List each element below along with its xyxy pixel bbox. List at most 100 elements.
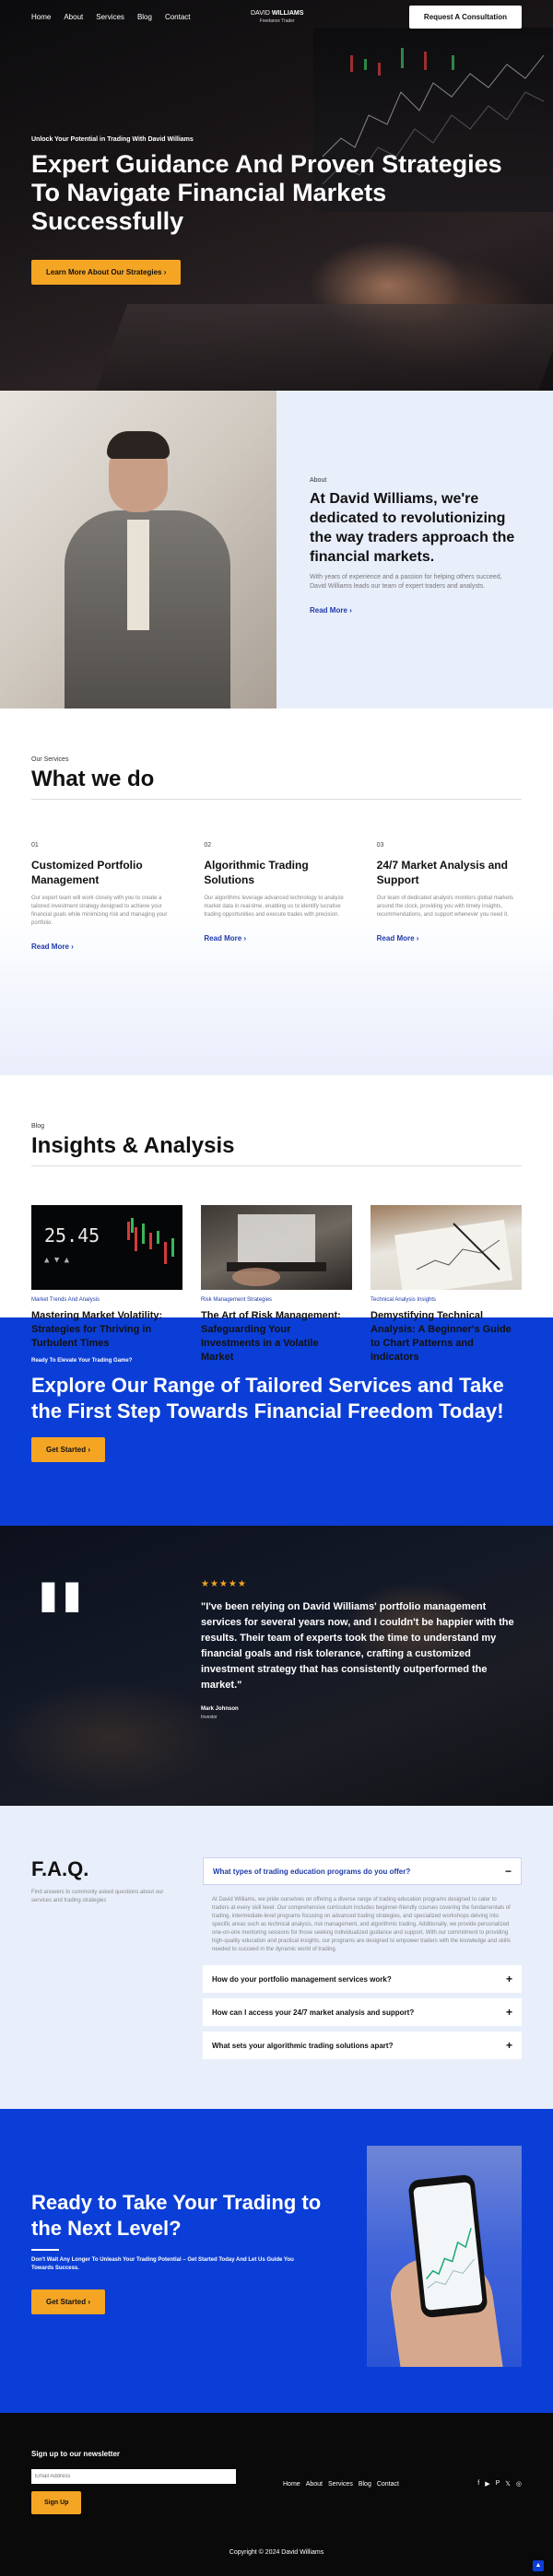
plus-icon[interactable]: + [506,1973,512,1985]
blog-post-image: 25.45 ▲ ▼ ▲ [31,1205,182,1290]
faq-question-label: What types of trading education programs… [213,1867,411,1876]
hero-kicker: Unlock Your Potential in Trading With Da… [31,136,194,143]
quote-mark-icon: " [31,1560,89,1690]
nav-link-about[interactable]: About [64,13,83,21]
footer-link-about[interactable]: About [306,2481,323,2488]
faq-intro: F.A.Q. Find answers to commonly asked qu… [31,1857,166,2109]
read-more-label: Read More [310,606,347,615]
about-section: About At David Williams, we're dedicated… [0,391,553,708]
services-kicker: Our Services [31,756,69,763]
blog-post-title[interactable]: Demystifying Technical Analysis: A Begin… [371,1309,522,1364]
blog-post-category[interactable]: Market Trends And Analysis [31,1297,182,1303]
svg-text:▲ ▼ ▲: ▲ ▼ ▲ [44,1256,70,1265]
faq-question-label: How do your portfolio management service… [212,1974,392,1984]
footer-links: Home About Services Blog Contact [283,2481,399,2488]
blog-post-title[interactable]: Mastering Market Volatility: Strategies … [31,1309,182,1351]
faq-question-open[interactable]: What types of trading education programs… [203,1857,522,1885]
faq-subtitle: Find answers to commonly asked questions… [31,1890,164,1903]
site-logo[interactable]: DAVID WILLIAMS Freelance Trader [251,10,303,25]
instagram-icon[interactable]: ◎ [516,2480,522,2488]
blog-kicker: Blog [31,1123,45,1130]
plus-icon[interactable]: + [506,2039,512,2052]
footer-link-blog[interactable]: Blog [359,2481,371,2488]
service-title: Customized Portfolio Management [31,859,143,886]
scroll-to-top-icon[interactable]: ▲ [533,2560,544,2571]
david-williams-portrait [0,391,276,708]
faq-question[interactable]: How can I access your 24/7 market analys… [203,1998,522,2026]
blog-title: Insights & Analysis [31,1133,235,1158]
divider [31,1165,522,1166]
service-read-more-link[interactable]: Read More › [377,934,419,943]
pinterest-icon[interactable]: P [496,2480,500,2488]
ticker-price-text: 25.45 [44,1224,100,1247]
service-read-more-link[interactable]: Read More › [204,934,246,943]
nav-link-contact[interactable]: Contact [165,13,191,21]
plus-icon[interactable]: + [506,2006,512,2019]
testimonial-role: Investor [201,1715,218,1720]
blog-post-image [371,1205,522,1290]
ready-cta-section: Ready to Take Your Trading to the Next L… [0,2109,553,2413]
phone-in-hand-image [367,2146,522,2367]
chevron-right-icon: › [68,943,74,951]
about-body: With years of experience and a passion f… [310,574,502,590]
services-title: What we do [31,767,155,791]
service-read-more-link[interactable]: Read More › [31,943,74,951]
faq-question[interactable]: What sets your algorithmic trading solut… [203,2032,522,2059]
get-started-button[interactable]: Get Started › [31,1437,106,1462]
faq-question-label: What sets your algorithmic trading solut… [212,2041,394,2050]
service-body: Our team of dedicated analysts monitors … [376,896,514,918]
faq-question[interactable]: How do your portfolio management service… [203,1965,522,1993]
site-footer: Sign up to our newsletter Sign Up Home A… [0,2413,553,2576]
request-consultation-button[interactable]: Request A Consultation [408,6,522,29]
blog-post-card[interactable]: Technical Analysis Insights Demystifying… [371,1205,522,1364]
newsletter-email-input[interactable] [31,2469,236,2484]
hero-learn-more-button[interactable]: Learn More About Our Strategies › [31,260,182,285]
faq-answer: At David Williams, we pride ourselves on… [212,1897,511,1952]
faq-title: F.A.Q. [31,1857,89,1880]
testimonial-quote: "I've been relying on David Williams' po… [201,1601,514,1691]
minus-icon[interactable]: − [505,1865,512,1878]
chevron-right-icon: › [349,606,352,615]
facebook-icon[interactable]: f [477,2480,479,2488]
service-card: 01 Customized Portfolio Management Our e… [31,842,176,954]
faq-accordion: What types of trading education programs… [203,1857,522,2109]
service-card: 03 24/7 Market Analysis and Support Our … [377,842,522,954]
hero-keyboard-image [93,304,553,391]
blog-section: Blog Insights & Analysis 25.45 ▲ ▼ ▲ Mar… [0,1075,553,1363]
footer-link-contact[interactable]: Contact [377,2481,399,2488]
blog-post-title[interactable]: The Art of Risk Management: Safeguarding… [201,1309,352,1364]
chevron-right-icon: › [163,268,167,276]
youtube-icon[interactable]: ▶ [485,2480,489,2488]
footer-link-services[interactable]: Services [328,2481,353,2488]
about-title: At David Williams, we're dedicated to re… [310,491,515,565]
cta-title: Explore Our Range of Tailored Services a… [31,1374,504,1423]
blog-post-category[interactable]: Technical Analysis Insights [371,1297,522,1303]
chevron-right-icon: › [88,1446,91,1454]
chevron-right-icon: › [241,934,247,943]
service-number: 02 [204,842,212,849]
services-list: 01 Customized Portfolio Management Our e… [31,842,522,954]
twitter-icon[interactable]: 𝕏 [505,2480,511,2488]
service-number: 03 [376,842,384,849]
ready-get-started-button[interactable]: Get Started › [31,2289,106,2314]
faq-section: F.A.Q. Find answers to commonly asked qu… [0,1806,553,2109]
nav-link-services[interactable]: Services [96,13,124,21]
hero-title: Expert Guidance And Proven Strategies To… [31,150,502,235]
nav-link-blog[interactable]: Blog [137,13,152,21]
blog-post-card[interactable]: 25.45 ▲ ▼ ▲ Market Trends And Analysis M… [31,1205,182,1364]
nav-links: Home About Services Blog Contact [31,13,191,21]
blog-post-card[interactable]: Risk Management Strategies The Art of Ri… [201,1205,352,1364]
divider [31,2249,59,2251]
newsletter-signup-button[interactable]: Sign Up [31,2491,82,2514]
service-body: Our expert team will work closely with y… [31,896,168,926]
footer-link-home[interactable]: Home [283,2481,300,2488]
copyright-text: Copyright © 2024 David Williams [229,2549,324,2556]
blog-post-category[interactable]: Risk Management Strategies [201,1297,352,1303]
logo-name-first: DAVID [251,10,270,17]
chevron-right-icon: › [88,2298,91,2306]
rating-stars: ★★★★★ [201,1579,247,1589]
service-title: 24/7 Market Analysis and Support [376,859,508,886]
about-read-more-link[interactable]: Read More › [310,606,352,615]
about-text-block: About At David Williams, we're dedicated… [276,391,553,708]
nav-link-home[interactable]: Home [31,13,51,21]
